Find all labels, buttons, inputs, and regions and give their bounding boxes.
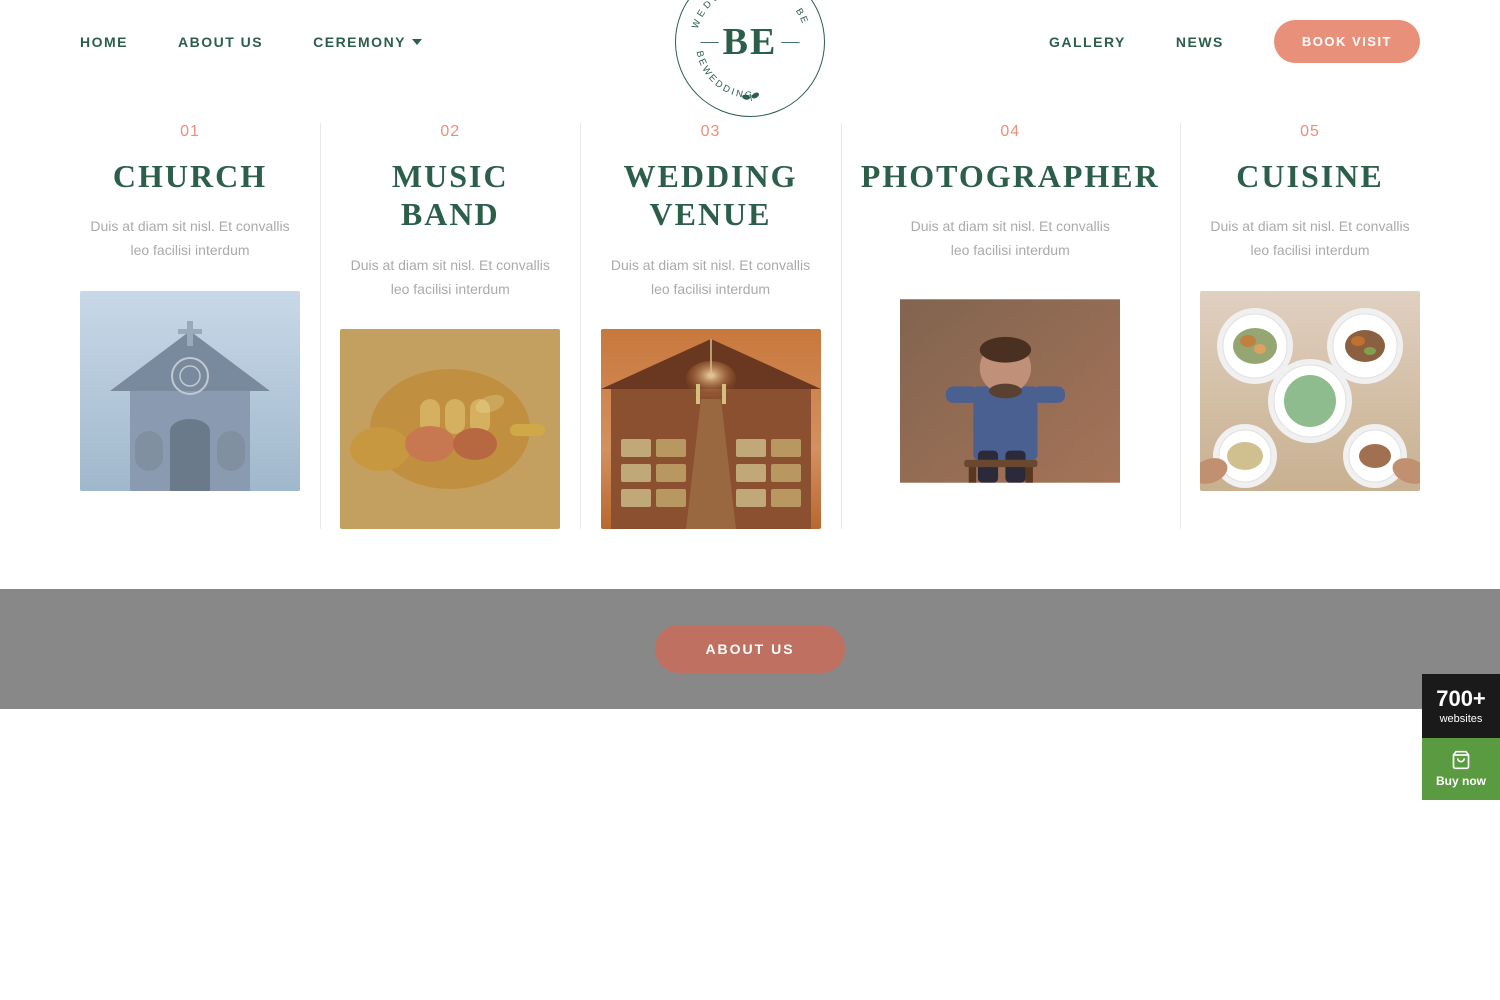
service-music: 02 MUSIC BAND Duis at diam sit nisl. Et … [320, 123, 580, 529]
photographer-image [900, 291, 1120, 491]
venue-image [601, 329, 821, 529]
widget-counter: 700+ websites [1422, 674, 1500, 738]
nav-left: HOME ABOUT US CEREMONY [80, 34, 422, 50]
service-title-2: MUSIC BAND [392, 157, 509, 234]
nav-right: GALLERY NEWS BOOK VISIT [1049, 20, 1420, 63]
service-number-2: 02 [440, 123, 460, 141]
bottom-section: ABOUT US [0, 589, 1500, 709]
logo-dash-right: — [781, 31, 799, 52]
widget-700: 700+ websites Buy now [1422, 674, 1500, 800]
logo-initials: BE [723, 20, 778, 64]
service-title-4: PHOTOGRAPHER [861, 157, 1160, 195]
service-title-3: WEDDING VENUE [623, 157, 797, 234]
service-desc-3: Duis at diam sit nisl. Et convallis leo … [611, 254, 811, 302]
service-title-5: CUISINE [1236, 157, 1383, 195]
header: HOME ABOUT US CEREMONY WEDDING BEWEDDING [0, 0, 1500, 83]
widget-buy-button[interactable]: Buy now [1422, 738, 1500, 800]
service-desc-2: Duis at diam sit nisl. Et convallis leo … [350, 254, 550, 302]
service-number-5: 05 [1300, 123, 1320, 141]
service-desc-5: Duis at diam sit nisl. Et convallis leo … [1210, 215, 1410, 263]
service-number-3: 03 [701, 123, 721, 141]
book-visit-button[interactable]: BOOK VISIT [1274, 20, 1420, 63]
svg-text:BE: BE [725, 0, 744, 1]
nav-gallery[interactable]: GALLERY [1049, 34, 1126, 50]
service-photographer: 04 PHOTOGRAPHER Duis at diam sit nisl. E… [841, 123, 1180, 529]
nav-news[interactable]: NEWS [1176, 34, 1224, 50]
service-church: 01 CHURCH Duis at diam sit nisl. Et conv… [60, 123, 320, 529]
service-desc-4: Duis at diam sit nisl. Et convallis leo … [910, 215, 1110, 263]
service-number-1: 01 [180, 123, 200, 141]
service-desc-1: Duis at diam sit nisl. Et convallis leo … [90, 215, 290, 263]
service-venue: 03 WEDDING VENUE Duis at diam sit nisl. … [581, 123, 841, 529]
chevron-down-icon [412, 39, 422, 45]
cuisine-image [1200, 291, 1420, 491]
logo-dash-left: — [701, 31, 719, 52]
church-image [80, 291, 300, 491]
service-title-1: CHURCH [113, 157, 267, 195]
logo: WEDDING BEWEDDING BE BE [675, 0, 825, 117]
shopping-bag-icon [1451, 750, 1471, 770]
nav-about[interactable]: ABOUT US [178, 34, 263, 50]
service-number-4: 04 [1000, 123, 1020, 141]
logo-be-text: — BE — [701, 20, 800, 64]
service-cuisine: 05 CUISINE Duis at diam sit nisl. Et con… [1180, 123, 1440, 529]
music-image [340, 329, 560, 529]
about-us-button[interactable]: ABOUT US [655, 625, 844, 673]
nav-ceremony[interactable]: CEREMONY [313, 34, 422, 50]
nav-home[interactable]: HOME [80, 34, 128, 50]
services-section: 01 CHURCH Duis at diam sit nisl. Et conv… [0, 83, 1500, 589]
logo-circle: WEDDING BEWEDDING BE BE [675, 0, 825, 117]
